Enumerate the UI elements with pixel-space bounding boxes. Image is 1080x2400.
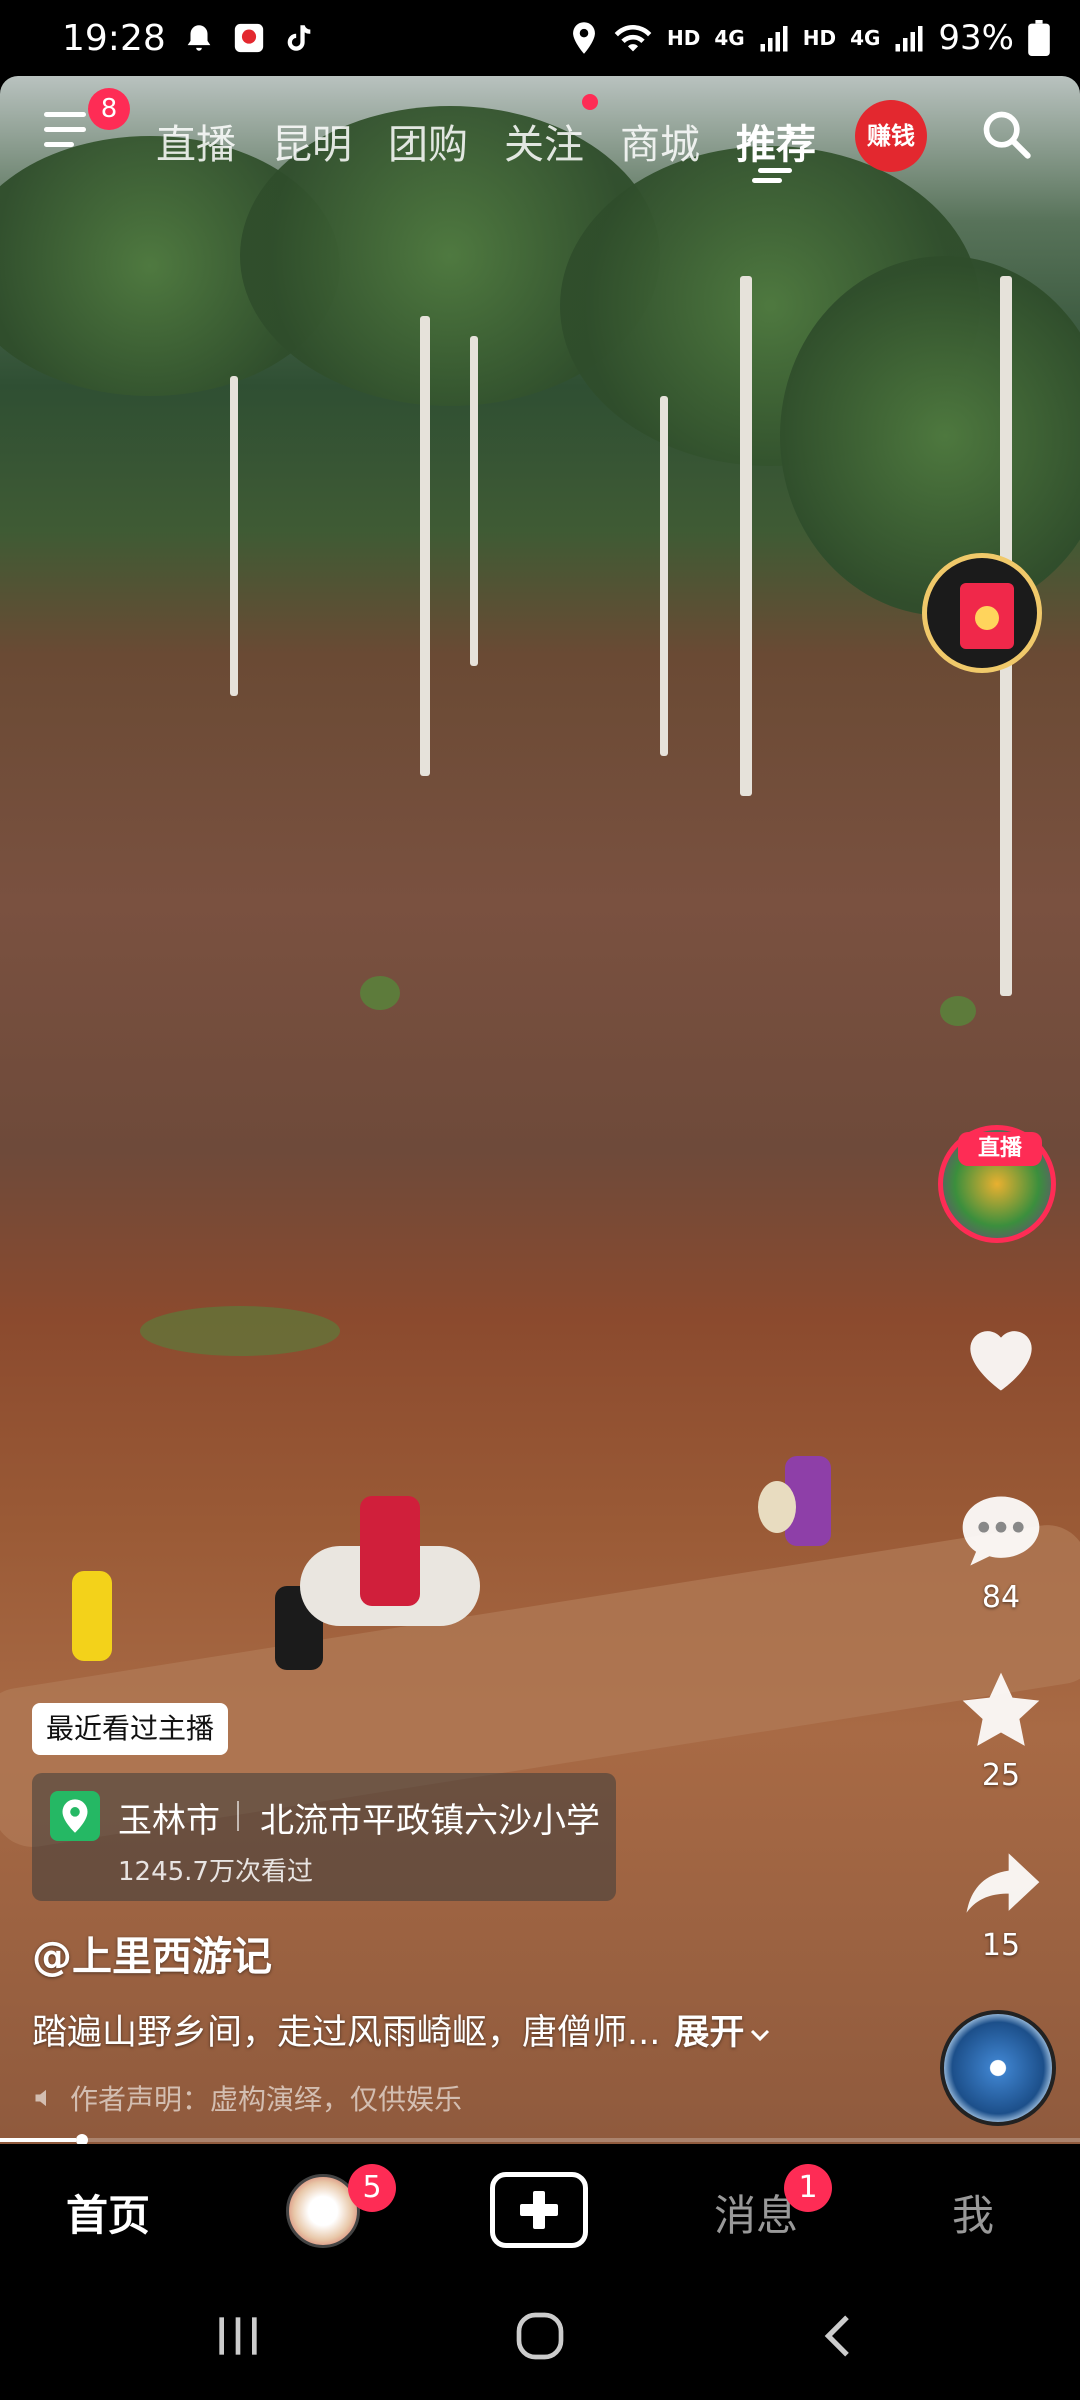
comment-icon[interactable] <box>955 1485 1047 1577</box>
tab-kunming[interactable]: 昆明 <box>272 112 352 170</box>
earn-money-button[interactable]: 赚钱 <box>855 100 927 172</box>
tree-trunk <box>740 276 752 796</box>
video-progress-bar[interactable] <box>0 2134 1080 2146</box>
hd-label-2: HD <box>802 26 837 50</box>
location-status-icon <box>573 22 595 54</box>
tab-active-indicator-2 <box>752 178 782 183</box>
recently-watched-chip[interactable]: 最近看过主播 <box>32 1703 229 1755</box>
tree-trunk <box>230 376 238 696</box>
progress-fill <box>0 2138 76 2142</box>
tree-trunk <box>420 316 430 776</box>
tiktok-icon <box>287 25 311 51</box>
favorite-count: 25 <box>981 1758 1021 1793</box>
home-icon[interactable] <box>512 2308 568 2364</box>
hd-label-1: HD <box>667 26 701 50</box>
recent-apps-icon[interactable] <box>210 2308 266 2364</box>
disclaimer-text: 作者声明：虚构演绎，仅供娱乐 <box>70 2083 463 2116</box>
live-badge: 直播 <box>958 1132 1042 1166</box>
tree-trunk <box>660 396 668 756</box>
following-dot <box>582 94 598 110</box>
figure-yellow <box>72 1571 112 1661</box>
location-place: 北流市平政镇六沙小学 <box>260 1801 600 1841</box>
location-city: 玉林市 <box>118 1801 220 1841</box>
grass-patch <box>140 1306 340 1356</box>
messages-badge: 1 <box>784 2164 832 2212</box>
tab-active-indicator <box>758 168 792 173</box>
like-heart-icon[interactable] <box>955 1310 1047 1402</box>
location-divider <box>237 1801 239 1831</box>
friends-badge: 5 <box>348 2164 396 2212</box>
bush <box>360 976 400 1010</box>
signal-icon-2 <box>895 26 923 52</box>
battery-percent: 93% <box>938 18 1014 58</box>
status-time: 19:28 <box>62 17 166 59</box>
network-label-2: 4G <box>850 26 881 50</box>
tab-group-buy[interactable]: 团购 <box>388 112 468 170</box>
search-icon[interactable] <box>980 108 1032 160</box>
share-arrow-icon[interactable] <box>955 1838 1047 1930</box>
author-disclaimer: 作者声明：虚构演绎，仅供娱乐 <box>32 2078 462 2118</box>
video-caption: 踏遍山野乡间，走过风雨崎岖，唐僧师... 展开 <box>32 2004 772 2055</box>
tab-recommend[interactable]: 推荐 <box>736 112 816 170</box>
system-navigation-bar <box>0 2274 1080 2400</box>
network-label-1: 4G <box>714 26 745 50</box>
figure-rider-red <box>360 1496 420 1606</box>
menu-badge: 8 <box>88 88 130 130</box>
status-bar: 19:28 HD 4G HD 4G 93% <box>0 0 1080 76</box>
tab-mall[interactable]: 商城 <box>620 112 700 170</box>
top-navigation: 8 直播 昆明 团购 关注 商城 推荐 赚钱 <box>0 88 1080 183</box>
coin-icon <box>975 606 999 630</box>
chevron-down-icon <box>751 2029 770 2042</box>
favorite-star-icon[interactable] <box>955 1665 1047 1757</box>
tree-trunk <box>470 336 478 666</box>
author-handle[interactable]: @上里西游记 <box>32 1924 272 1982</box>
bottom-tab-bar: 首页 5 消息 1 我 <box>0 2144 1080 2274</box>
create-post-button[interactable] <box>490 2172 588 2248</box>
tab-home[interactable]: 首页 <box>66 2182 150 2243</box>
music-disc[interactable] <box>940 2010 1056 2126</box>
caption-text: 踏遍山野乡间，走过风雨崎岖，唐僧师... <box>32 2013 661 2053</box>
battery-icon <box>1028 20 1050 56</box>
drum <box>758 1481 796 1533</box>
red-packet-button[interactable] <box>922 553 1042 673</box>
wifi-icon <box>614 24 652 52</box>
app-notification-icon <box>234 23 263 53</box>
menu-button[interactable] <box>44 112 92 152</box>
back-icon[interactable] <box>812 2308 868 2364</box>
location-card[interactable]: 玉林市 北流市平政镇六沙小学 1245.7万次看过 <box>32 1773 616 1901</box>
location-views: 1245.7万次看过 <box>118 1857 313 1887</box>
tab-me[interactable]: 我 <box>952 2182 994 2243</box>
tab-live[interactable]: 直播 <box>156 112 236 170</box>
tab-following[interactable]: 关注 <box>504 112 584 170</box>
signal-icon-1 <box>760 26 788 52</box>
share-count: 15 <box>981 1928 1021 1963</box>
comment-count: 84 <box>981 1580 1021 1615</box>
bush <box>940 996 976 1026</box>
expand-button[interactable]: 展开 <box>674 2013 744 2053</box>
speaker-icon <box>35 2089 46 2107</box>
location-pin-icon <box>50 1791 100 1841</box>
alarm-icon <box>187 25 211 51</box>
